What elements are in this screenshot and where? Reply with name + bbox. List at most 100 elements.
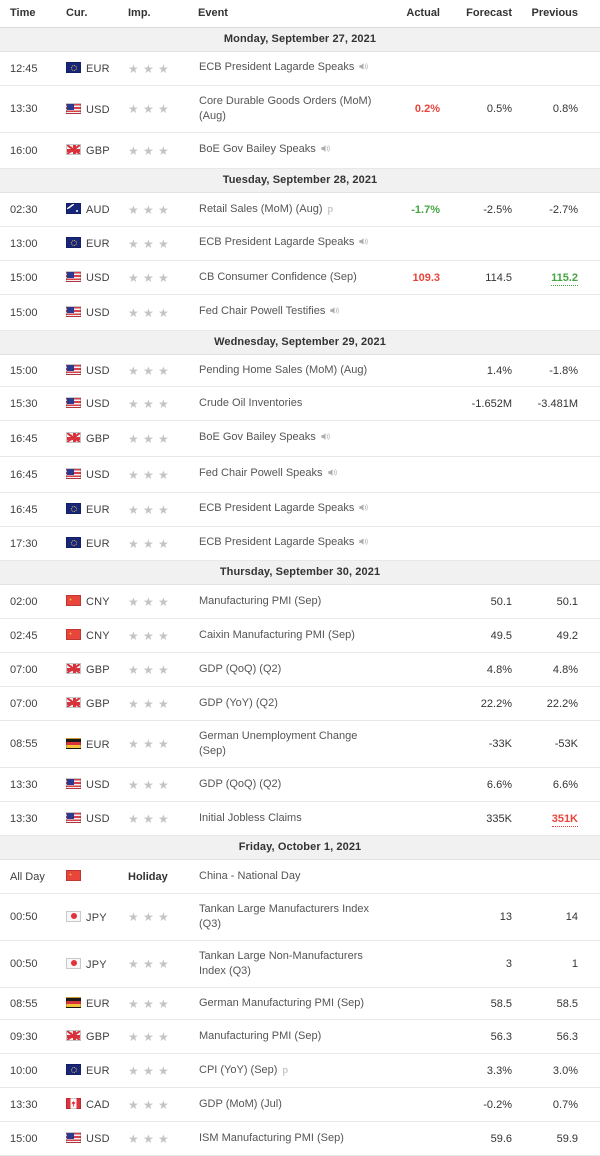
table-row[interactable]: 13:30 USD ★ ★ ★ Core Durable Goods Orders (Mo… bbox=[0, 85, 600, 133]
star-icon[interactable]: ★ bbox=[143, 1133, 154, 1145]
star-icon[interactable]: ★ bbox=[158, 398, 169, 410]
table-row[interactable]: 15:00 USD ★ ★ ★ Fed Chair Powell Testifies bbox=[0, 294, 600, 331]
star-icon[interactable]: ★ bbox=[128, 63, 139, 75]
star-icon[interactable]: ★ bbox=[128, 911, 139, 923]
star-icon[interactable]: ★ bbox=[143, 738, 154, 750]
event-name[interactable]: CB Consumer Confidence (Sep) bbox=[198, 260, 384, 295]
star-icon[interactable]: ★ bbox=[158, 504, 169, 516]
star-icon[interactable]: ★ bbox=[158, 738, 169, 750]
star-icon[interactable]: ★ bbox=[128, 1099, 139, 1111]
star-icon[interactable]: ★ bbox=[128, 272, 139, 284]
star-icon[interactable]: ★ bbox=[143, 204, 154, 216]
star-icon[interactable]: ★ bbox=[143, 1031, 154, 1043]
star-icon[interactable]: ★ bbox=[143, 272, 154, 284]
star-icon[interactable]: ★ bbox=[158, 145, 169, 157]
star-icon[interactable]: ★ bbox=[158, 1099, 169, 1111]
star-icon[interactable]: ★ bbox=[128, 596, 139, 608]
event-name[interactable]: Retail Sales (MoM) (Aug) p bbox=[198, 192, 384, 227]
event-name[interactable]: German Unemployment Change (Sep) bbox=[198, 720, 384, 768]
table-row[interactable]: 00:50 JPY ★ ★ ★ Tankan Large Non-Manufacturer… bbox=[0, 940, 600, 988]
event-name[interactable]: Fed Chair Powell Speaks bbox=[198, 456, 384, 493]
event-name[interactable]: ECB President Lagarde Speaks bbox=[198, 526, 384, 561]
star-icon[interactable]: ★ bbox=[158, 538, 169, 550]
column-header-importance[interactable]: Imp. bbox=[122, 0, 198, 28]
star-icon[interactable]: ★ bbox=[143, 504, 154, 516]
event-name[interactable]: Initial Jobless Claims bbox=[198, 801, 384, 836]
star-icon[interactable]: ★ bbox=[128, 1133, 139, 1145]
speaker-icon[interactable] bbox=[358, 536, 369, 552]
star-icon[interactable]: ★ bbox=[158, 433, 169, 445]
star-icon[interactable]: ★ bbox=[158, 469, 169, 481]
table-row[interactable]: 13:30 USD ★ ★ ★ Initial Jobless Claims 335K 351… bbox=[0, 801, 600, 836]
star-icon[interactable]: ★ bbox=[158, 779, 169, 791]
star-icon[interactable]: ★ bbox=[158, 103, 169, 115]
star-icon[interactable]: ★ bbox=[143, 538, 154, 550]
star-icon[interactable]: ★ bbox=[128, 238, 139, 250]
star-icon[interactable]: ★ bbox=[143, 958, 154, 970]
column-header-forecast[interactable]: Forecast bbox=[450, 0, 522, 28]
event-name[interactable]: Manufacturing PMI (Sep) bbox=[198, 584, 384, 619]
event-name[interactable]: GDP (QoQ) (Q2) bbox=[198, 767, 384, 802]
star-icon[interactable]: ★ bbox=[158, 63, 169, 75]
event-name[interactable]: ISM Manufacturing PMI (Sep) bbox=[198, 1121, 384, 1156]
star-icon[interactable]: ★ bbox=[128, 365, 139, 377]
star-icon[interactable]: ★ bbox=[158, 596, 169, 608]
event-name[interactable]: Tankan Large Non-Manufacturers Index (Q3… bbox=[198, 940, 384, 988]
event-name[interactable]: BoE Gov Bailey Speaks bbox=[198, 420, 384, 457]
event-name[interactable]: ECB President Lagarde Speaks bbox=[198, 51, 384, 86]
star-icon[interactable]: ★ bbox=[158, 238, 169, 250]
event-name[interactable]: Tankan Large Manufacturers Index (Q3) bbox=[198, 893, 384, 941]
table-row[interactable]: 02:30 AUD ★ ★ ★ Retail Sales (MoM) (Aug) p -1.7… bbox=[0, 192, 600, 227]
star-icon[interactable]: ★ bbox=[143, 1065, 154, 1077]
table-row[interactable]: 16:45 USD ★ ★ ★ Fed Chair Powell Speaks bbox=[0, 456, 600, 493]
star-icon[interactable]: ★ bbox=[128, 204, 139, 216]
star-icon[interactable]: ★ bbox=[128, 433, 139, 445]
table-row[interactable]: 07:00 GBP ★ ★ ★ GDP (QoQ) (Q2) 4.8% 4.8% bbox=[0, 652, 600, 687]
event-name[interactable]: GDP (YoY) (Q2) bbox=[198, 686, 384, 721]
star-icon[interactable]: ★ bbox=[128, 779, 139, 791]
table-row[interactable]: All Day Holiday China - National Day bbox=[0, 859, 600, 894]
star-icon[interactable]: ★ bbox=[158, 204, 169, 216]
column-header-currency[interactable]: Cur. bbox=[58, 0, 122, 28]
table-row[interactable]: 15:00 USD ★ ★ ★ ISM Manufacturing PMI (Sep) 59… bbox=[0, 1121, 600, 1156]
table-row[interactable]: 00:50 JPY ★ ★ ★ Tankan Large Manufacturers In… bbox=[0, 893, 600, 941]
speaker-icon[interactable] bbox=[329, 305, 340, 321]
star-icon[interactable]: ★ bbox=[143, 145, 154, 157]
star-icon[interactable]: ★ bbox=[158, 365, 169, 377]
star-icon[interactable]: ★ bbox=[143, 469, 154, 481]
table-row[interactable]: 10:00 EUR ★ ★ ★ CPI (YoY) (Sep) p 3.3% 3.0% bbox=[0, 1053, 600, 1088]
star-icon[interactable]: ★ bbox=[143, 398, 154, 410]
event-name[interactable]: GDP (MoM) (Jul) bbox=[198, 1087, 384, 1122]
star-icon[interactable]: ★ bbox=[143, 63, 154, 75]
star-icon[interactable]: ★ bbox=[143, 998, 154, 1010]
star-icon[interactable]: ★ bbox=[143, 433, 154, 445]
star-icon[interactable]: ★ bbox=[158, 664, 169, 676]
event-name[interactable]: Caixin Manufacturing PMI (Sep) bbox=[198, 618, 384, 653]
star-icon[interactable]: ★ bbox=[128, 1065, 139, 1077]
column-header-actual[interactable]: Actual bbox=[384, 0, 450, 28]
star-icon[interactable]: ★ bbox=[143, 698, 154, 710]
star-icon[interactable]: ★ bbox=[158, 307, 169, 319]
star-icon[interactable]: ★ bbox=[158, 630, 169, 642]
star-icon[interactable]: ★ bbox=[128, 145, 139, 157]
star-icon[interactable]: ★ bbox=[128, 103, 139, 115]
star-icon[interactable]: ★ bbox=[128, 504, 139, 516]
event-name[interactable]: BoE Gov Bailey Speaks bbox=[198, 132, 384, 169]
star-icon[interactable]: ★ bbox=[143, 365, 154, 377]
column-header-time[interactable]: Time bbox=[0, 0, 58, 28]
star-icon[interactable]: ★ bbox=[143, 630, 154, 642]
event-name[interactable]: Core Durable Goods Orders (MoM) (Aug) bbox=[198, 85, 384, 133]
star-icon[interactable]: ★ bbox=[143, 1099, 154, 1111]
speaker-icon[interactable] bbox=[358, 236, 369, 252]
star-icon[interactable]: ★ bbox=[128, 307, 139, 319]
event-name[interactable]: ECB President Lagarde Speaks bbox=[198, 226, 384, 261]
table-row[interactable]: 08:55 EUR ★ ★ ★ German Manufacturing PMI (Sep… bbox=[0, 987, 600, 1020]
table-row[interactable]: 17:30 EUR ★ ★ ★ ECB President Lagarde Speaks bbox=[0, 526, 600, 561]
star-icon[interactable]: ★ bbox=[143, 664, 154, 676]
event-name[interactable]: GDP (QoQ) (Q2) bbox=[198, 652, 384, 687]
star-icon[interactable]: ★ bbox=[128, 813, 139, 825]
star-icon[interactable]: ★ bbox=[158, 1133, 169, 1145]
star-icon[interactable]: ★ bbox=[158, 698, 169, 710]
star-icon[interactable]: ★ bbox=[128, 630, 139, 642]
table-row[interactable]: 09:30 GBP ★ ★ ★ Manufacturing PMI (Sep) 56.3 56… bbox=[0, 1019, 600, 1054]
